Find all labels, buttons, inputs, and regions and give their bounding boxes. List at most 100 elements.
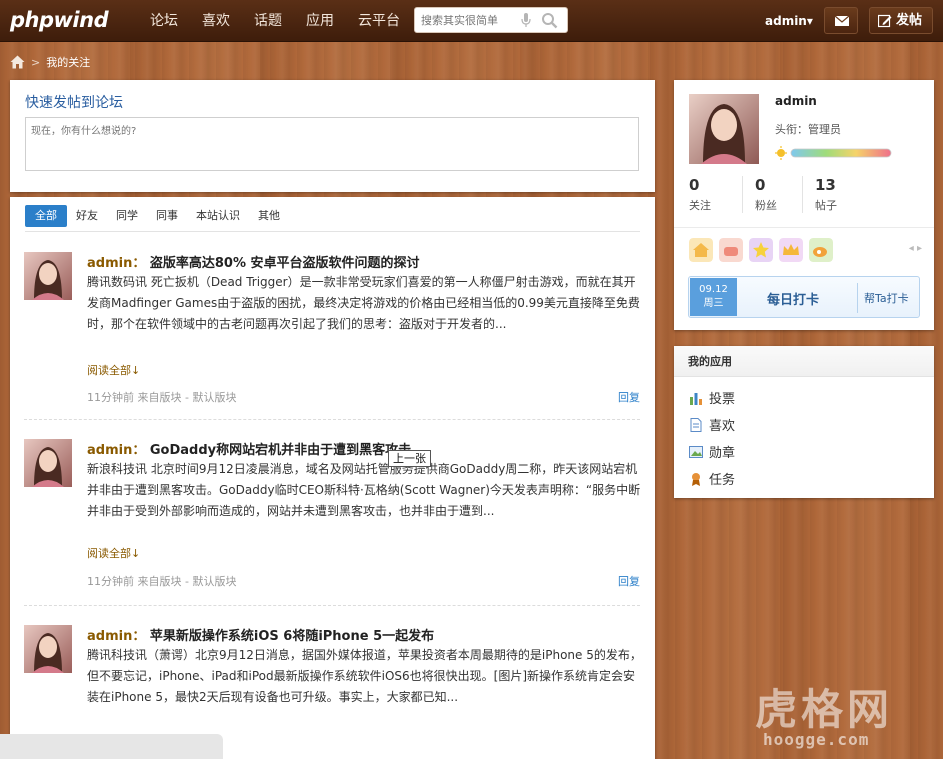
checkin-divider — [857, 283, 858, 313]
app-item-medals[interactable]: 勋章 — [689, 442, 735, 461]
app-item-likes[interactable]: 喜欢 — [689, 415, 735, 434]
picture-icon — [689, 445, 703, 458]
weibo-medal-icon[interactable] — [809, 238, 833, 262]
award-icon — [692, 472, 700, 486]
edit-icon — [878, 14, 892, 28]
tab-colleagues[interactable]: 同事 — [147, 205, 187, 227]
post-divider — [24, 605, 640, 606]
profile-name[interactable]: admin — [775, 94, 817, 108]
tab-others[interactable]: 其他 — [249, 205, 289, 227]
profile-stats: 0 关注 0 粉丝 13 帖子 — [689, 176, 862, 213]
nav-item-topics[interactable]: 话题 — [254, 0, 282, 42]
breadcrumb-separator: > — [31, 55, 41, 69]
main-nav: 论坛 喜欢 话题 应用 云平台 — [150, 0, 424, 42]
post-author[interactable]: admin： — [87, 443, 145, 458]
level-bar — [775, 146, 892, 160]
watermark-url: hoogge.com — [763, 730, 870, 749]
medal-list — [689, 238, 839, 262]
house-medal-icon[interactable] — [689, 238, 713, 262]
tooltip: 上一张 — [388, 450, 431, 467]
quick-post-input[interactable] — [25, 117, 639, 171]
tab-all[interactable]: 全部 — [25, 205, 67, 227]
post-body: 腾讯科技讯（萧谔）北京9月12日消息，据国外媒体报道，苹果投资者本周最期待的是i… — [87, 648, 642, 704]
crown-medal-icon[interactable] — [779, 238, 803, 262]
user-avatar[interactable] — [689, 94, 759, 164]
stat-number: 13 — [815, 176, 836, 194]
post-title[interactable]: 苹果新版操作系统iOS 6将随iPhone 5一起发布 — [150, 629, 434, 644]
feed-tabs: 全部 好友 同学 同事 本站认识 其他 — [25, 205, 289, 227]
app-item-label: 任务 — [709, 473, 736, 488]
post-body: 新浪科技讯 北京时间9月12日凌晨消息，域名及网站托管服务提供商GoDaddy周… — [87, 462, 641, 518]
star-medal-icon[interactable] — [749, 238, 773, 262]
new-post-label: 发帖 — [896, 13, 923, 28]
home-icon[interactable] — [10, 55, 25, 69]
post-author[interactable]: admin： — [87, 256, 145, 271]
post-heading: admin： GoDaddy称网站宕机并非由于遭到黑客攻击 — [87, 439, 411, 458]
feed-panel: 全部 好友 同学 同事 本站认识 其他 admin： 盗版率高达80% 安卓平台… — [10, 197, 655, 759]
bottom-overlay-bar — [0, 734, 223, 759]
breadcrumb: > 我的关注 — [10, 52, 90, 72]
app-item-tasks[interactable]: 任务 — [689, 469, 735, 488]
nav-item-apps[interactable]: 应用 — [306, 0, 334, 42]
read-more-link[interactable]: 阅读全部↓ — [87, 545, 140, 561]
logo[interactable]: phpwind — [10, 8, 109, 34]
help-checkin-link[interactable]: 帮Ta打卡 — [864, 290, 909, 306]
post-author[interactable]: admin： — [87, 629, 145, 644]
nav-item-cloud[interactable]: 云平台 — [358, 0, 400, 42]
feed-item: admin： GoDaddy称网站宕机并非由于遭到黑客攻击 新浪科技讯 北京时间… — [24, 439, 640, 599]
post-meta: 11分钟前 来自版块 - 默认版块 — [87, 391, 237, 404]
stat-following[interactable]: 0 关注 — [689, 176, 742, 213]
tab-site-acquaintances[interactable]: 本站认识 — [187, 205, 249, 227]
user-menu[interactable]: admin▾ — [765, 0, 813, 42]
post-title[interactable]: 盗版率高达80% 安卓平台盗版软件问题的探讨 — [150, 256, 420, 271]
app-item-label: 投票 — [709, 392, 736, 407]
stat-label: 关注 — [689, 199, 711, 212]
checkin-date: 09.12 周三 — [690, 278, 737, 316]
breadcrumb-current[interactable]: 我的关注 — [46, 54, 90, 70]
tab-friends[interactable]: 好友 — [67, 205, 107, 227]
reply-link[interactable]: 回复 — [618, 389, 640, 405]
sofa-medal-icon[interactable] — [719, 238, 743, 262]
stat-number: 0 — [755, 176, 766, 194]
my-apps-title: 我的应用 — [674, 346, 934, 377]
medal-scroll-arrows[interactable]: ◂ ▸ — [909, 243, 922, 254]
watermark: 虎格网 hoogge.com — [755, 676, 935, 756]
microphone-icon[interactable] — [521, 13, 531, 28]
author-avatar[interactable] — [24, 625, 72, 673]
tabs-divider — [25, 231, 640, 232]
app-item-vote[interactable]: 投票 — [689, 388, 735, 407]
post-heading: admin： 苹果新版操作系统iOS 6将随iPhone 5一起发布 — [87, 625, 434, 644]
app-item-label: 喜欢 — [709, 419, 736, 434]
stat-label: 粉丝 — [755, 199, 777, 212]
nav-item-likes[interactable]: 喜欢 — [202, 0, 230, 42]
feed-item: admin： 盗版率高达80% 安卓平台盗版软件问题的探讨 腾讯数码讯 死亡扳机… — [24, 252, 640, 412]
stat-followers[interactable]: 0 粉丝 — [742, 176, 802, 213]
stat-label: 帖子 — [815, 199, 837, 212]
nav-item-forum[interactable]: 论坛 — [150, 0, 178, 42]
post-divider — [24, 419, 640, 420]
my-apps-panel: 我的应用 投票 喜欢 勋章 任务 — [674, 346, 934, 498]
stat-number: 0 — [689, 176, 700, 194]
quick-post-title: 快速发帖到论坛 — [25, 95, 123, 111]
post-title[interactable]: GoDaddy称网站宕机并非由于遭到黑客攻击 — [150, 443, 411, 458]
author-avatar[interactable] — [24, 439, 72, 487]
author-avatar[interactable] — [24, 252, 72, 300]
search-input[interactable] — [421, 8, 521, 32]
tab-classmates[interactable]: 同学 — [107, 205, 147, 227]
checkin-button[interactable]: 每日打卡 — [767, 289, 819, 308]
post-meta: 11分钟前 来自版块 - 默认版块 — [87, 575, 237, 588]
search-icon[interactable] — [541, 12, 558, 29]
reply-link[interactable]: 回复 — [618, 573, 640, 589]
post-body: 腾讯数码讯 死亡扳机（Dead Trigger）是一款非常受玩家们喜爱的第一人称… — [87, 275, 640, 331]
messages-button[interactable] — [824, 7, 858, 34]
post-heading: admin： 盗版率高达80% 安卓平台盗版软件问题的探讨 — [87, 252, 420, 271]
profile-panel: admin 头衔：管理员 0 关注 0 粉丝 13 帖子 ◂ ▸ 09.12 周… — [674, 80, 934, 330]
checkin-day: 09.12 — [699, 284, 728, 295]
stat-posts[interactable]: 13 帖子 — [802, 176, 862, 213]
quick-post-panel: 快速发帖到论坛 — [10, 80, 655, 192]
document-icon — [690, 417, 702, 432]
top-bar: phpwind 论坛 喜欢 话题 应用 云平台 admin▾ 发帖 — [0, 0, 943, 42]
read-more-link[interactable]: 阅读全部↓ — [87, 362, 140, 378]
new-post-button[interactable]: 发帖 — [869, 7, 933, 34]
app-item-label: 勋章 — [709, 446, 736, 461]
